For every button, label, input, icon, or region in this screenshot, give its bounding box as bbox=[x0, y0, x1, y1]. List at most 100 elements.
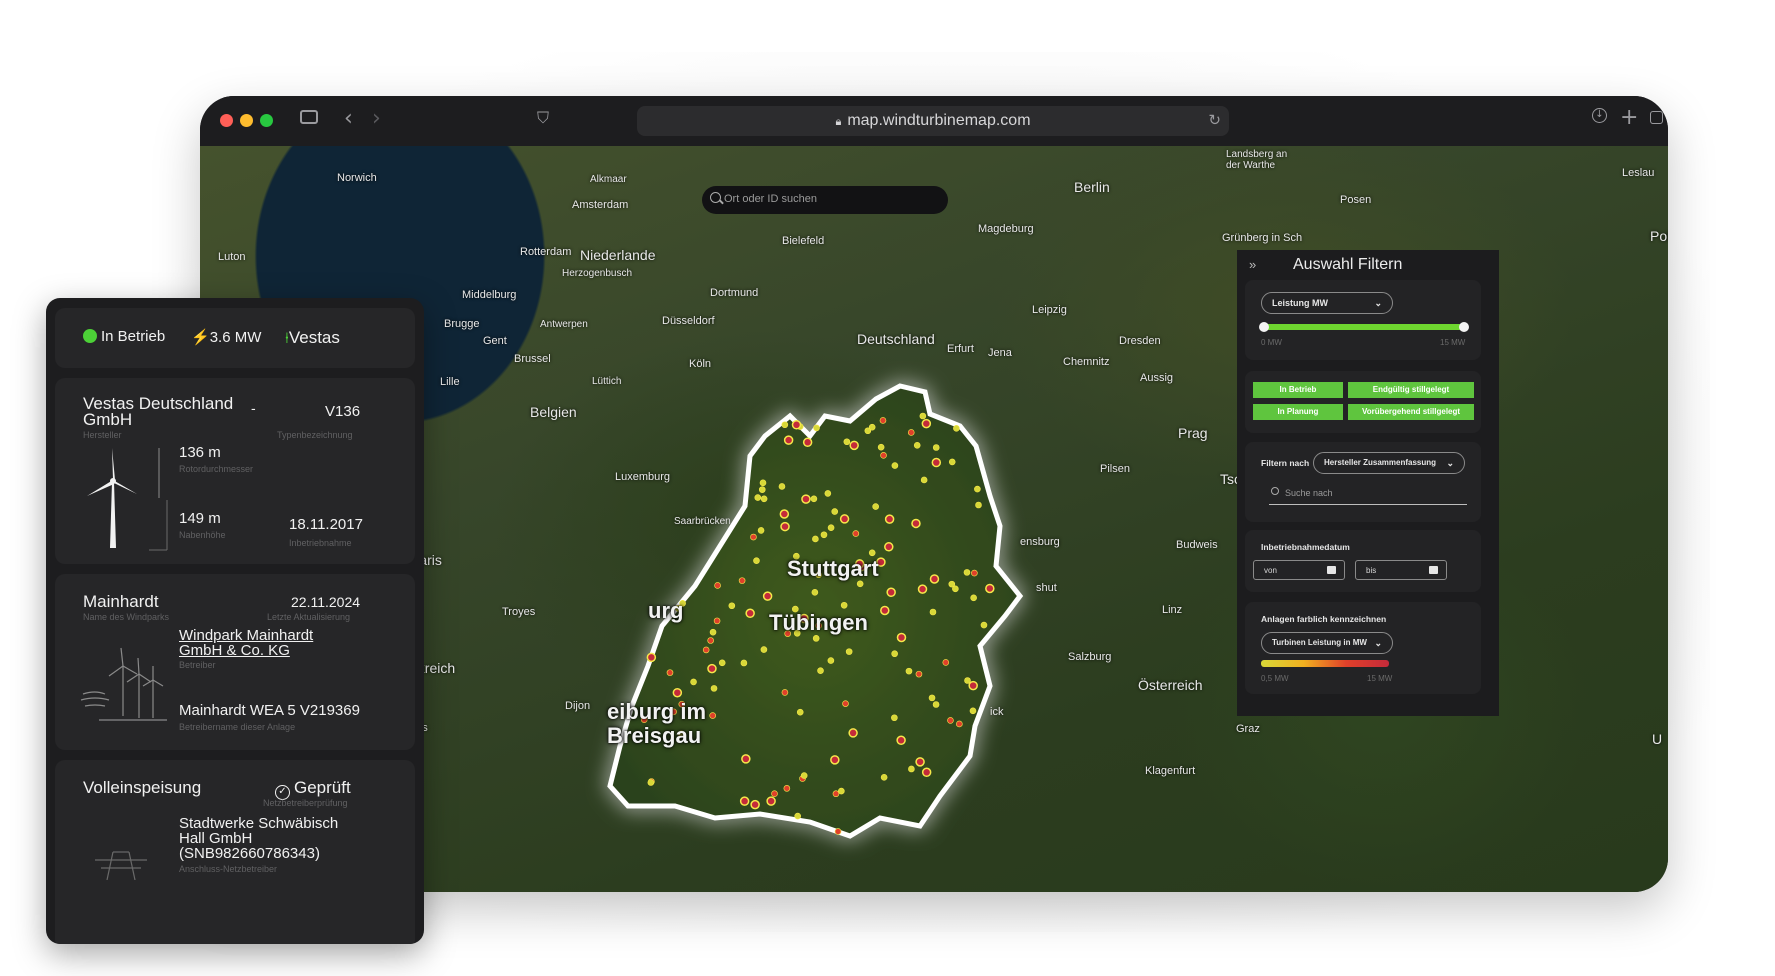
turbine-marker[interactable] bbox=[647, 779, 655, 786]
new-tab-icon[interactable]: + bbox=[1620, 105, 1638, 130]
turbine-marker[interactable] bbox=[766, 796, 776, 806]
turbine-marker[interactable] bbox=[714, 582, 721, 589]
turbine-marker[interactable] bbox=[929, 574, 940, 584]
turbine-marker[interactable] bbox=[812, 535, 819, 543]
turbine-marker[interactable] bbox=[728, 602, 736, 610]
turbine-marker[interactable] bbox=[877, 443, 885, 451]
shield-icon[interactable]: ⛉ bbox=[537, 108, 549, 128]
sidebar-toggle-icon[interactable] bbox=[300, 110, 318, 124]
turbine-marker[interactable] bbox=[791, 420, 802, 430]
date-to-input[interactable]: bis bbox=[1355, 560, 1447, 580]
turbine-marker[interactable] bbox=[880, 774, 888, 781]
turbine-marker[interactable] bbox=[718, 659, 726, 667]
turbine-marker[interactable] bbox=[646, 652, 657, 663]
turbine-marker[interactable] bbox=[758, 486, 766, 493]
turbine-marker[interactable] bbox=[760, 495, 768, 503]
turbine-marker[interactable] bbox=[879, 417, 887, 424]
turbine-marker[interactable] bbox=[750, 799, 760, 810]
turbine-marker[interactable] bbox=[884, 542, 894, 552]
reload-icon[interactable]: ↻ bbox=[1208, 106, 1221, 136]
status-in-operation-button[interactable]: In Betrieb bbox=[1253, 382, 1343, 398]
turbine-marker[interactable] bbox=[919, 412, 927, 420]
turbine-marker[interactable] bbox=[880, 452, 887, 459]
turbine-marker[interactable] bbox=[779, 509, 790, 519]
turbine-marker[interactable] bbox=[891, 650, 898, 658]
turbine-marker[interactable] bbox=[813, 424, 820, 432]
turbine-marker[interactable] bbox=[827, 524, 835, 532]
download-icon[interactable]: ↓ bbox=[1592, 108, 1607, 123]
turbine-marker[interactable] bbox=[778, 483, 786, 490]
tabs-overview-icon[interactable] bbox=[1650, 111, 1663, 124]
turbine-marker[interactable] bbox=[975, 501, 982, 509]
forward-icon[interactable]: › bbox=[372, 106, 381, 131]
turbine-marker[interactable] bbox=[849, 440, 859, 451]
turbine-marker[interactable] bbox=[928, 694, 936, 702]
status-decommissioned-button[interactable]: Endgültig stillgelegt bbox=[1348, 382, 1474, 398]
turbine-marker[interactable] bbox=[942, 659, 950, 666]
map-search-bar[interactable]: Ort oder ID suchen bbox=[702, 186, 948, 214]
turbine-marker[interactable] bbox=[741, 754, 751, 764]
turbine-marker[interactable] bbox=[796, 708, 804, 716]
turbine-marker[interactable] bbox=[830, 755, 840, 765]
turbine-marker[interactable] bbox=[929, 608, 937, 616]
status-planning-button[interactable]: In Planung bbox=[1253, 404, 1343, 420]
turbine-marker[interactable] bbox=[817, 667, 824, 674]
turbine-marker[interactable] bbox=[771, 790, 778, 797]
turbine-marker[interactable] bbox=[872, 503, 879, 510]
turbine-marker[interactable] bbox=[915, 757, 925, 767]
turbine-marker[interactable] bbox=[757, 527, 765, 534]
turbine-marker[interactable] bbox=[896, 632, 907, 643]
turbine-marker[interactable] bbox=[845, 648, 853, 655]
turbine-marker[interactable] bbox=[750, 533, 757, 541]
turbine-marker[interactable] bbox=[868, 423, 876, 431]
turbine-marker[interactable] bbox=[968, 680, 978, 691]
turbine-marker[interactable] bbox=[801, 494, 811, 504]
turbine-marker[interactable] bbox=[666, 669, 674, 676]
turbine-marker[interactable] bbox=[754, 494, 762, 501]
turbine-marker[interactable] bbox=[827, 657, 835, 664]
turbine-marker[interactable] bbox=[953, 424, 960, 432]
turbine-marker[interactable] bbox=[932, 701, 940, 708]
turbine-marker[interactable] bbox=[707, 663, 717, 674]
turbine-marker[interactable] bbox=[707, 637, 714, 644]
turbine-marker[interactable] bbox=[931, 457, 942, 468]
turbine-marker[interactable] bbox=[970, 594, 977, 602]
power-select[interactable]: Leistung MW ⌄ bbox=[1261, 292, 1393, 314]
turbine-marker[interactable] bbox=[948, 580, 956, 588]
turbine-marker[interactable] bbox=[834, 828, 842, 835]
turbine-marker[interactable] bbox=[840, 601, 848, 609]
turbine-marker[interactable] bbox=[891, 462, 899, 469]
turbine-marker[interactable] bbox=[781, 421, 789, 429]
turbine-marker[interactable] bbox=[980, 621, 988, 629]
turbine-marker[interactable] bbox=[713, 617, 721, 625]
park-operator-link[interactable]: Windpark Mainhardt GmbH & Co. KG bbox=[179, 628, 339, 658]
turbine-marker[interactable] bbox=[896, 735, 906, 746]
filter-by-select[interactable]: Hersteller Zusammenfassung ⌄ bbox=[1313, 452, 1465, 474]
turbine-marker[interactable] bbox=[843, 438, 851, 446]
turbine-marker[interactable] bbox=[868, 549, 876, 557]
turbine-marker[interactable] bbox=[753, 557, 760, 564]
turbine-marker[interactable] bbox=[838, 787, 845, 795]
turbine-marker[interactable] bbox=[985, 583, 995, 594]
back-icon[interactable]: ‹ bbox=[344, 106, 353, 131]
turbine-marker[interactable] bbox=[917, 584, 928, 594]
turbine-marker[interactable] bbox=[908, 765, 915, 773]
turbine-marker[interactable] bbox=[915, 670, 923, 678]
turbine-marker[interactable] bbox=[956, 720, 963, 728]
address-bar[interactable]: 🔒︎ map.windturbinemap.com ↻ bbox=[637, 106, 1229, 136]
turbine-marker[interactable] bbox=[907, 429, 915, 436]
turbine-marker[interactable] bbox=[780, 521, 790, 532]
turbine-marker[interactable] bbox=[921, 418, 932, 429]
zoom-window-button[interactable] bbox=[260, 114, 273, 127]
turbine-marker[interactable] bbox=[760, 646, 768, 653]
turbine-marker[interactable] bbox=[832, 790, 840, 798]
turbine-marker[interactable] bbox=[824, 490, 832, 497]
turbine-marker[interactable] bbox=[913, 442, 921, 449]
turbine-marker[interactable] bbox=[905, 667, 913, 675]
turbine-marker[interactable] bbox=[848, 728, 858, 738]
turbine-marker[interactable] bbox=[831, 508, 839, 515]
turbine-marker[interactable] bbox=[911, 518, 921, 529]
turbine-marker[interactable] bbox=[920, 476, 928, 484]
turbine-marker[interactable] bbox=[738, 577, 746, 584]
turbine-marker[interactable] bbox=[810, 495, 818, 503]
